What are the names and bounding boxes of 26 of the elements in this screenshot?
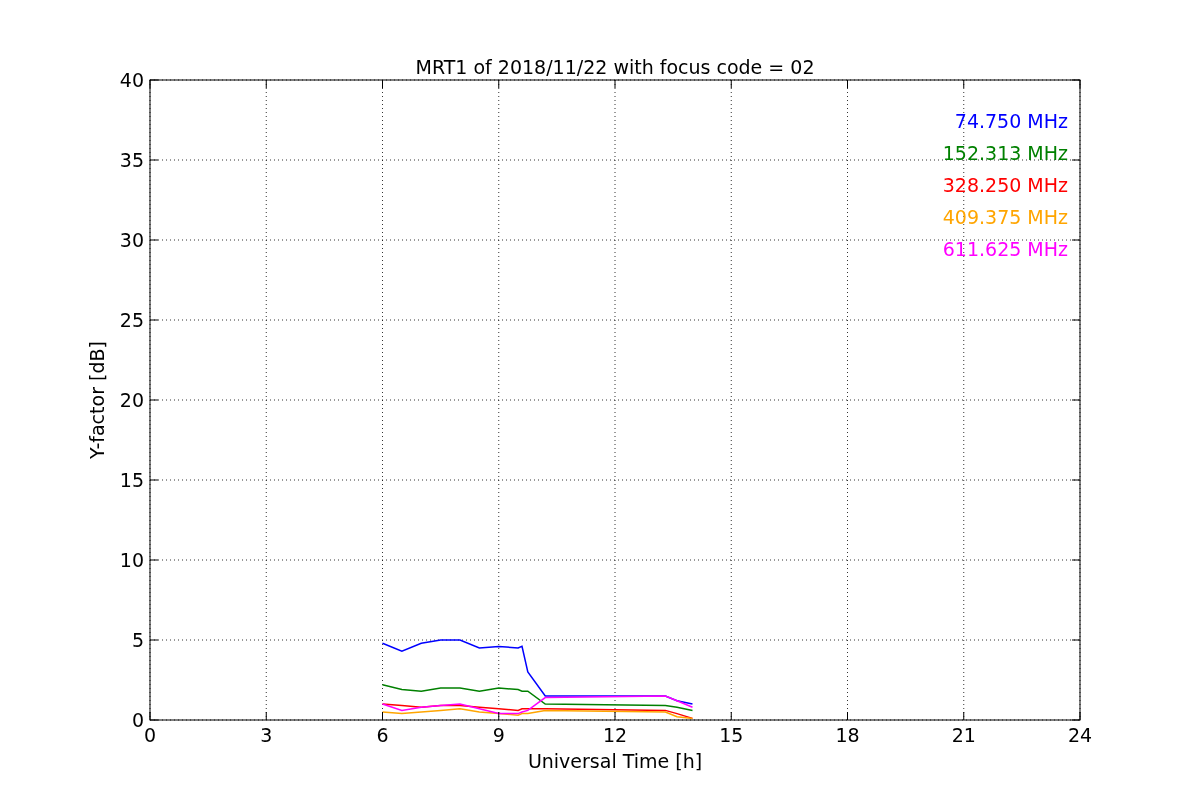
y-tick-label: 5 bbox=[131, 629, 144, 651]
legend-label: 152.313 MHz bbox=[942, 142, 1068, 164]
y-tick-label: 35 bbox=[119, 149, 144, 171]
legend-label: 328.250 MHz bbox=[942, 174, 1068, 196]
x-axis-label: Universal Time [h] bbox=[527, 750, 703, 772]
x-tick-label: 24 bbox=[1067, 724, 1093, 746]
y-tick-label: 20 bbox=[119, 389, 144, 411]
y-tick-label: 10 bbox=[119, 549, 144, 571]
y-tick-label: 25 bbox=[119, 309, 144, 331]
x-tick-label: 18 bbox=[835, 724, 860, 746]
x-tick-label: 12 bbox=[602, 724, 628, 746]
x-tick-label: 21 bbox=[951, 724, 976, 746]
y-tick-label: 0 bbox=[131, 709, 144, 731]
legend-label: 74.750 MHz bbox=[954, 110, 1068, 132]
x-tick-label: 15 bbox=[719, 724, 744, 746]
chart-title: MRT1 of 2018/11/22 with focus code = 02 bbox=[415, 56, 815, 78]
y-tick-label: 40 bbox=[119, 69, 144, 91]
legend-label: 611.625 MHz bbox=[942, 238, 1068, 260]
legend-label: 409.375 MHz bbox=[942, 206, 1068, 228]
x-tick-label: 6 bbox=[376, 724, 389, 746]
x-tick-label: 9 bbox=[492, 724, 505, 746]
x-tick-label: 3 bbox=[260, 724, 273, 746]
x-tick-label: 0 bbox=[143, 724, 157, 746]
y-tick-label: 30 bbox=[119, 229, 144, 251]
y-axis-label: Y-factor [dB] bbox=[86, 341, 108, 459]
y-tick-label: 15 bbox=[119, 469, 144, 491]
